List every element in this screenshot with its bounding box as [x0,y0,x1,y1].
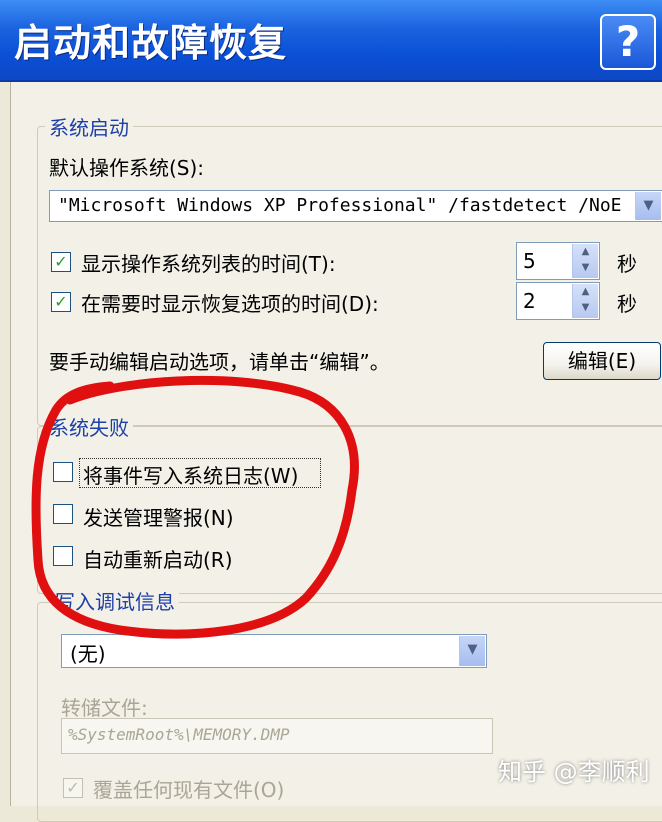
show-list-checkbox[interactable]: ✓ [51,252,71,272]
startup-group-label: 系统启动 [45,112,133,141]
spin-arrows-icon[interactable]: ▲ ▼ [572,244,598,278]
send-alert-label: 发送管理警报(N) [83,506,234,530]
send-alert-checkbox[interactable] [53,504,73,524]
dump-file-input[interactable]: %SystemRoot%\MEMORY.DMP [61,718,493,754]
show-list-spinner[interactable]: 5 ▲ ▼ [516,242,600,280]
show-recovery-value: 2 [523,289,536,313]
debug-group-label: 写入调试信息 [51,586,179,615]
watermark-text: 知乎 @李顺利 [498,758,650,786]
auto-restart-label: 自动重新启动(R) [83,548,233,572]
default-os-select[interactable]: "Microsoft Windows XP Professional" /fas… [49,190,662,222]
dump-file-label: 转储文件: [61,696,148,720]
write-event-checkbox[interactable] [53,462,73,482]
manual-edit-text: 要手动编辑启动选项，请单击“编辑”。 [49,350,390,374]
window-title: 启动和故障恢复 [14,20,288,65]
default-os-value: "Microsoft Windows XP Professional" /fas… [58,195,622,216]
overwrite-label: 覆盖任何现有文件(O) [93,778,285,802]
chevron-down-icon[interactable]: ▼ [635,192,661,220]
show-list-label: 显示操作系统列表的时间(T): [81,252,336,276]
dump-file-value: %SystemRoot%\MEMORY.DMP [68,725,290,744]
auto-restart-checkbox[interactable] [53,546,73,566]
debug-info-value: (无) [70,642,106,666]
default-os-label: 默认操作系统(S): [49,156,205,180]
show-recovery-checkbox[interactable]: ✓ [51,292,71,312]
debug-info-select[interactable]: (无) ▼ [61,634,487,668]
chevron-down-icon[interactable]: ▼ [459,636,485,666]
write-event-label: 将事件写入系统日志(W) [83,464,299,488]
show-recovery-label: 在需要时显示恢复选项的时间(D): [81,292,379,316]
show-list-unit: 秒 [617,252,637,276]
overwrite-checkbox[interactable]: ✓ [63,778,83,798]
show-recovery-unit: 秒 [617,292,637,316]
title-bar: 启动和故障恢复 ? [0,0,662,82]
help-button[interactable]: ? [600,14,656,70]
edit-button[interactable]: 编辑(E) [543,342,661,380]
show-recovery-spinner[interactable]: 2 ▲ ▼ [516,282,600,320]
failure-group-label: 系统失败 [45,412,133,441]
dialog-body: 系统启动 默认操作系统(S): "Microsoft Windows XP Pr… [10,82,662,822]
spin-arrows-icon[interactable]: ▲ ▼ [572,284,598,318]
show-list-value: 5 [523,249,536,273]
